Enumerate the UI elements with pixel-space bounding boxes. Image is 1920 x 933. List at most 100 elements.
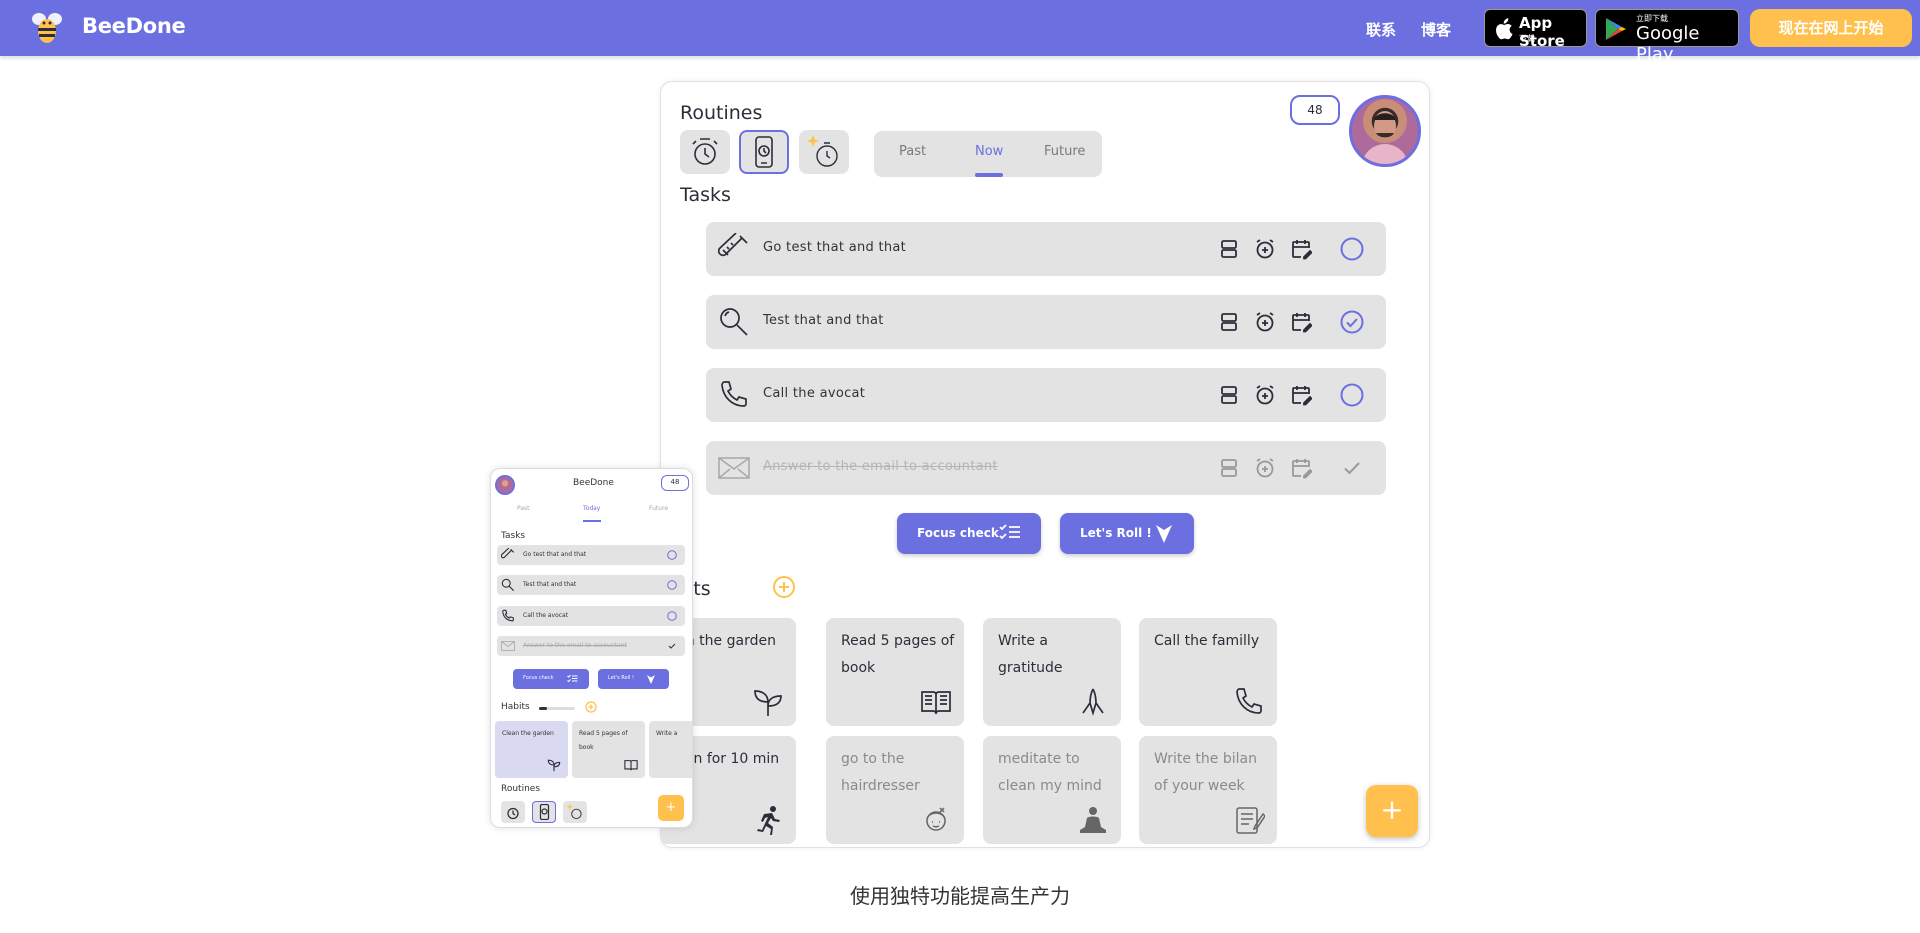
calendar-edit-icon[interactable]: [1290, 238, 1312, 260]
phone-task-label: Call the avocat: [523, 612, 569, 619]
alarm-add-icon[interactable]: [1254, 311, 1276, 333]
arrow-down-icon: [1156, 525, 1172, 543]
habit-card[interactable]: Write a gratitude: [983, 618, 1121, 726]
calendar-edit-icon[interactable]: [1290, 457, 1312, 479]
task-checked-circle[interactable]: [1340, 310, 1364, 334]
add-habit-icon[interactable]: [585, 701, 597, 713]
segment-now[interactable]: Now: [975, 144, 1003, 159]
phone-clock-icon: [539, 804, 549, 820]
phone-title: BeeDone: [573, 478, 614, 488]
phone-habits-title: Habits: [501, 702, 530, 712]
person-photo-icon: [1362, 113, 1408, 164]
checkmark-icon[interactable]: [1340, 456, 1364, 480]
phone-habit-card[interactable]: Clean the garden: [495, 721, 568, 778]
add-habit-icon[interactable]: [772, 575, 796, 599]
alarm-add-icon[interactable]: [1254, 457, 1276, 479]
phone-task-row[interactable]: Call the avocat: [497, 606, 685, 626]
phone-avatar[interactable]: [495, 475, 515, 495]
habit-card[interactable]: Read 5 pages of book: [826, 618, 964, 726]
task-row[interactable]: Go test that and that: [706, 222, 1386, 276]
habit-card[interactable]: go to the hairdresser: [826, 736, 964, 844]
phone-habit-card[interactable]: Read 5 pages of book: [572, 721, 645, 778]
phone-task-row[interactable]: Go test that and that: [497, 545, 685, 565]
task-row-done[interactable]: Answer to the email to accountant: [706, 441, 1386, 495]
nav-link-contact[interactable]: 联系: [1366, 19, 1396, 40]
lets-roll-button[interactable]: Let's Roll !: [1060, 513, 1194, 554]
app-store-sublabel: 下载: [1519, 34, 1535, 43]
phone-lets-roll-button[interactable]: Let's Roll !: [598, 669, 669, 689]
sprout-icon: [754, 690, 782, 716]
phone-score-badge: 48: [661, 475, 689, 491]
segment-indicator: [975, 173, 1003, 177]
tasks-title: Tasks: [680, 184, 731, 206]
habit-card[interactable]: Write the bilan of your week: [1139, 736, 1277, 844]
habit-card[interactable]: meditate to clean my mind: [983, 736, 1121, 844]
phone-habit-progress-fill: [539, 707, 547, 710]
task-row[interactable]: Call the avocat: [706, 368, 1386, 422]
calendar-edit-icon[interactable]: [1290, 384, 1312, 406]
habit-label: go to the hairdresser: [841, 751, 920, 794]
task-checkbox-circle[interactable]: [667, 550, 677, 560]
split-icon[interactable]: [1218, 457, 1240, 479]
habit-label: Read 5 pages of book: [841, 633, 955, 676]
bee-logo-icon[interactable]: [28, 10, 66, 46]
phone-routine-evening[interactable]: [563, 801, 587, 823]
task-checkbox-circle[interactable]: [1340, 383, 1364, 407]
phone-task-label: Go test that and that: [523, 551, 587, 558]
app-preview-card: Routines Past Now Future 48 Tasks Go tes…: [660, 81, 1430, 848]
habit-label: Write the bilan of your week: [1154, 751, 1257, 794]
alarm-add-icon[interactable]: [1254, 238, 1276, 260]
routine-morning[interactable]: [680, 130, 730, 174]
book-icon: [921, 691, 951, 715]
phone-focus-check-button[interactable]: Focus check: [513, 669, 589, 689]
user-avatar[interactable]: [1349, 95, 1421, 167]
start-online-button[interactable]: 现在在网上开始: [1750, 9, 1912, 47]
task-checkbox-circle[interactable]: [1340, 237, 1364, 261]
phone-add-fab-button[interactable]: +: [658, 795, 684, 821]
alarm-add-icon[interactable]: [1254, 384, 1276, 406]
routines-title: Routines: [680, 102, 763, 124]
google-play-icon: [1606, 18, 1626, 40]
nav-link-blog[interactable]: 博客: [1421, 19, 1451, 40]
habit-label: Call the familly: [1154, 633, 1260, 649]
split-icon[interactable]: [1218, 311, 1240, 333]
phone-focus-check-label: Focus check: [523, 675, 554, 681]
add-fab-button[interactable]: +: [1366, 785, 1418, 837]
task-checkbox-circle[interactable]: [667, 580, 677, 590]
runner-icon: [757, 806, 780, 835]
magnifier-icon: [501, 578, 515, 592]
focus-check-button[interactable]: Focus check: [897, 513, 1041, 554]
routine-phone[interactable]: [739, 130, 789, 174]
segment-future[interactable]: Future: [1044, 144, 1085, 159]
checkmark-icon[interactable]: [667, 641, 677, 651]
phone-icon: [502, 609, 514, 622]
brand-name[interactable]: BeeDone: [82, 14, 186, 38]
app-store-button[interactable]: App Store 下载: [1484, 9, 1587, 50]
split-icon[interactable]: [1218, 384, 1240, 406]
phone-task-row[interactable]: Test that and that: [497, 575, 685, 595]
google-play-button[interactable]: 立即下载 Google Play: [1595, 9, 1739, 65]
phone-habit-card[interactable]: Write a: [649, 721, 692, 778]
phone-segment-future[interactable]: Future: [649, 505, 668, 512]
apple-icon: [1496, 18, 1513, 40]
phone-routine-morning[interactable]: [501, 801, 525, 823]
phone-task-row-done[interactable]: Answer to the email to accountant: [497, 636, 685, 656]
routine-evening[interactable]: [799, 130, 849, 174]
task-checkbox-circle[interactable]: [667, 611, 677, 621]
habit-card[interactable]: Call the familly: [1139, 618, 1277, 726]
feature-caption: 使用独特功能提高生产力: [850, 884, 1070, 908]
arrow-down-icon: [647, 675, 655, 684]
calendar-edit-icon[interactable]: [1290, 311, 1312, 333]
envelope-icon: [718, 457, 750, 479]
split-icon[interactable]: [1218, 238, 1240, 260]
meditation-icon: [1080, 807, 1106, 833]
notepad-icon: [1236, 807, 1265, 834]
phone-routine-phone[interactable]: [532, 801, 556, 823]
phone-segment-today[interactable]: Today: [583, 505, 600, 512]
phone-lets-roll-label: Let's Roll !: [608, 675, 634, 681]
phone-habit-label: Read 5 pages of book: [579, 730, 628, 751]
phone-segment-past[interactable]: Past: [517, 505, 530, 512]
task-row[interactable]: Test that and that: [706, 295, 1386, 349]
segment-past[interactable]: Past: [899, 144, 926, 159]
praying-hands-icon: [1082, 688, 1104, 716]
